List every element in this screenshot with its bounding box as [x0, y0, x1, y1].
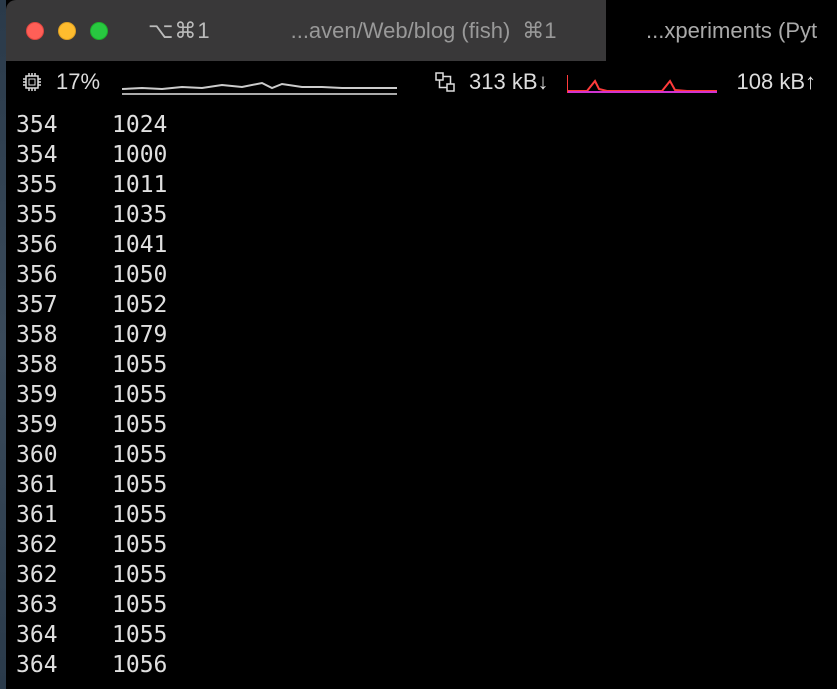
terminal-col2: 1041 — [112, 230, 167, 260]
terminal-col1: 363 — [16, 590, 112, 620]
active-tab-shortcut: ⌘1 — [522, 18, 556, 44]
minimize-window-button[interactable] — [58, 22, 76, 40]
network-sparkline — [567, 69, 717, 95]
terminal-col2: 1000 — [112, 140, 167, 170]
inactive-tab-title: ...xperiments (Pyt — [646, 18, 817, 44]
inactive-tab[interactable]: ...xperiments (Pyt — [606, 0, 837, 62]
terminal-col2: 1055 — [112, 500, 167, 530]
terminal-row: 3541024 — [16, 110, 827, 140]
fullscreen-window-button[interactable] — [90, 22, 108, 40]
terminal-row: 3551011 — [16, 170, 827, 200]
terminal-row: 3551035 — [16, 200, 827, 230]
terminal-output[interactable]: 3541024354100035510113551035356104135610… — [6, 102, 837, 688]
window-left-edge — [0, 0, 6, 689]
active-tab[interactable]: ...aven/Web/blog (fish) ⌘1 — [291, 18, 557, 44]
terminal-col1: 355 — [16, 200, 112, 230]
terminal-col2: 1052 — [112, 290, 167, 320]
terminal-col2: 1011 — [112, 170, 167, 200]
terminal-row: 3641055 — [16, 620, 827, 650]
terminal-col2: 1035 — [112, 200, 167, 230]
terminal-row: 3541000 — [16, 140, 827, 170]
terminal-col2: 1024 — [112, 110, 167, 140]
terminal-col2: 1055 — [112, 560, 167, 590]
terminal-col1: 356 — [16, 230, 112, 260]
terminal-col1: 364 — [16, 650, 112, 680]
terminal-col1: 356 — [16, 260, 112, 290]
terminal-row: 3631055 — [16, 590, 827, 620]
terminal-col1: 354 — [16, 110, 112, 140]
terminal-col1: 354 — [16, 140, 112, 170]
terminal-col2: 1055 — [112, 620, 167, 650]
terminal-row: 3601055 — [16, 440, 827, 470]
terminal-row: 3561041 — [16, 230, 827, 260]
network-download-value: 313 kB↓ — [469, 69, 549, 95]
terminal-col2: 1055 — [112, 410, 167, 440]
terminal-row: 3571052 — [16, 290, 827, 320]
window-titlebar[interactable]: ⌥⌘1 ...aven/Web/blog (fish) ⌘1 — [6, 0, 606, 62]
network-icon — [433, 70, 457, 94]
terminal-row: 3621055 — [16, 560, 827, 590]
terminal-col1: 358 — [16, 350, 112, 380]
terminal-col2: 1055 — [112, 590, 167, 620]
terminal-col2: 1055 — [112, 530, 167, 560]
terminal-row: 3581055 — [16, 350, 827, 380]
cpu-percent-value: 17% — [56, 69, 100, 95]
terminal-col1: 355 — [16, 170, 112, 200]
active-tab-title: ...aven/Web/blog (fish) — [291, 18, 511, 44]
terminal-col2: 1055 — [112, 380, 167, 410]
terminal-col2: 1055 — [112, 470, 167, 500]
terminal-col1: 362 — [16, 530, 112, 560]
terminal-col1: 361 — [16, 470, 112, 500]
cpu-sparkline — [122, 69, 397, 95]
terminal-row: 3611055 — [16, 500, 827, 530]
terminal-row: 3621055 — [16, 530, 827, 560]
terminal-col2: 1055 — [112, 350, 167, 380]
network-upload-value: 108 kB↑ — [737, 69, 817, 95]
traffic-lights — [26, 22, 108, 40]
terminal-col2: 1079 — [112, 320, 167, 350]
terminal-col2: 1050 — [112, 260, 167, 290]
terminal-col1: 359 — [16, 380, 112, 410]
terminal-col1: 359 — [16, 410, 112, 440]
terminal-col1: 362 — [16, 560, 112, 590]
close-window-button[interactable] — [26, 22, 44, 40]
terminal-col2: 1056 — [112, 650, 167, 680]
terminal-col1: 357 — [16, 290, 112, 320]
terminal-col2: 1055 — [112, 440, 167, 470]
terminal-row: 3591055 — [16, 380, 827, 410]
cpu-icon — [20, 70, 44, 94]
terminal-row: 3581079 — [16, 320, 827, 350]
terminal-row: 3591055 — [16, 410, 827, 440]
terminal-col1: 361 — [16, 500, 112, 530]
terminal-row: 3641056 — [16, 650, 827, 680]
status-bar: 17% 313 kB↓ 108 kB↑ — [6, 62, 837, 102]
tab-hotkey-label: ⌥⌘1 — [148, 18, 211, 44]
terminal-col1: 364 — [16, 620, 112, 650]
terminal-col1: 360 — [16, 440, 112, 470]
terminal-row: 3561050 — [16, 260, 827, 290]
terminal-row: 3611055 — [16, 470, 827, 500]
terminal-col1: 358 — [16, 320, 112, 350]
